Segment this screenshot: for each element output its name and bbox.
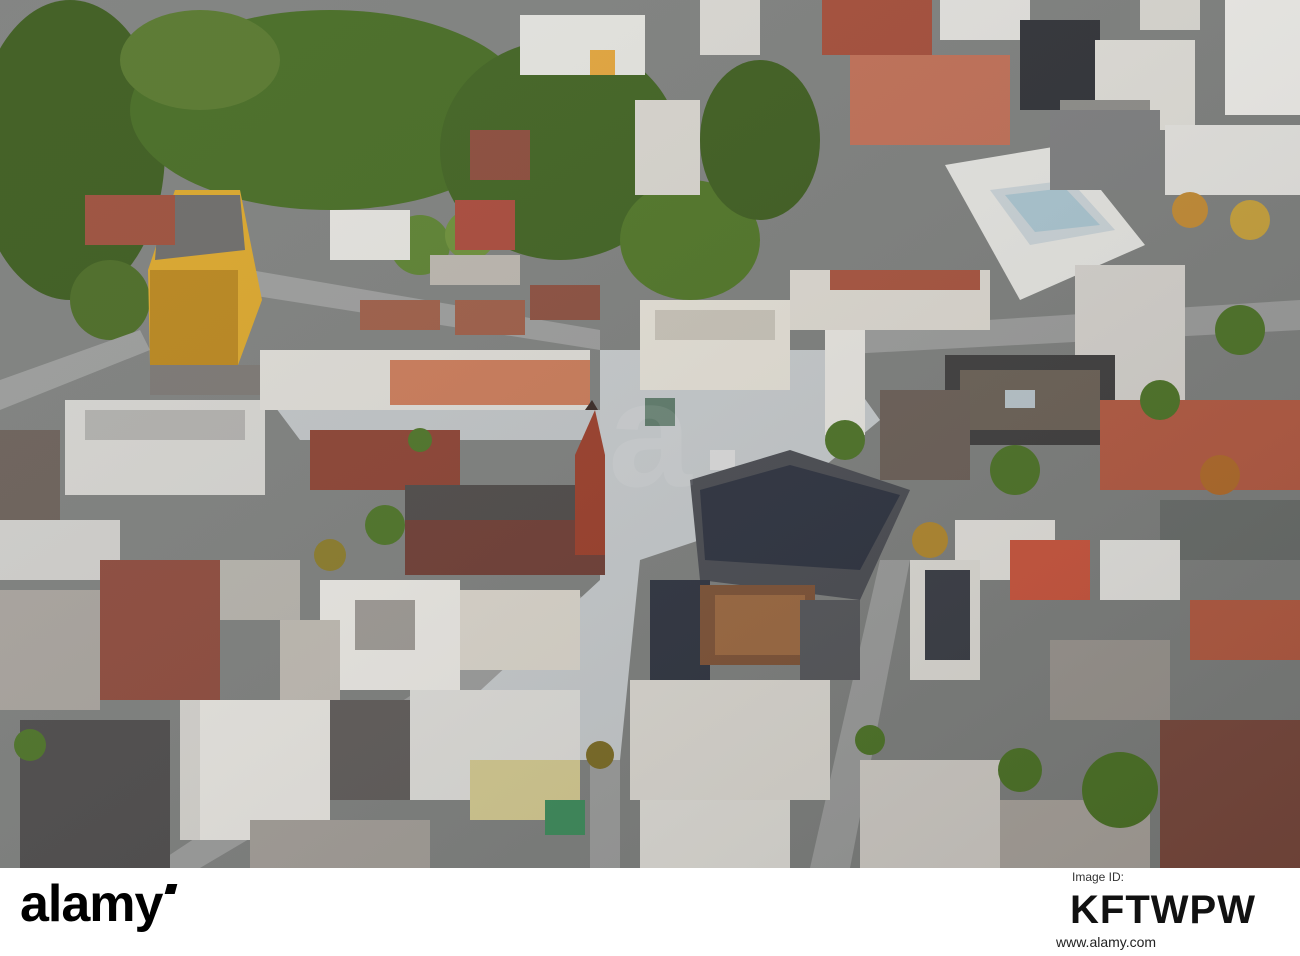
logo-mark-icon <box>165 884 178 894</box>
aerial-city-photo <box>0 0 1300 868</box>
footer-url[interactable]: www.alamy.com <box>1056 934 1156 950</box>
light-overlay <box>0 0 1300 868</box>
aerial-scene <box>0 0 1300 868</box>
image-id: KFTWPW <box>1070 888 1256 932</box>
image-id-label: Image ID: <box>1072 870 1125 884</box>
alamy-logo: alamy <box>20 875 178 933</box>
logo-text: alamy <box>20 875 163 933</box>
